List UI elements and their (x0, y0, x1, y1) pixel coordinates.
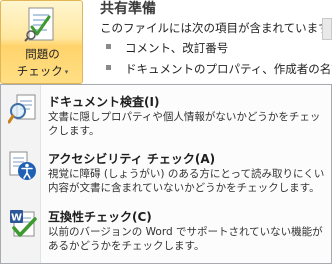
check-for-issues-label-line2: チェック ▾ (16, 64, 69, 78)
chevron-down-icon: ▾ (64, 68, 69, 76)
check-for-issues-menu: ドキュメント検査(I) 文書に隠しプロパティや個人情報がないかどうかをチェックし… (0, 84, 332, 264)
menu-item-title: ドキュメント検査(I) (48, 95, 160, 109)
menu-item-description: 視覚に障碍 (しょうがい) のある方にとって読み取りにくい内容が文書に含まれてい… (48, 168, 325, 194)
section-title: 共有準備 (100, 1, 156, 17)
word-compatibility-icon: W (10, 210, 37, 237)
menu-item-title: 互換性チェック(C) (48, 210, 152, 224)
inspect-document-icon (8, 94, 36, 124)
accessibility-icon (9, 151, 36, 180)
document-check-icon (24, 7, 54, 42)
menu-item-accessibility-check[interactable]: アクセシビリティ チェック(A) 視覚に障碍 (しょうがい) のある方にとって読… (2, 146, 330, 200)
menu-item-title: アクセシビリティ チェック(A) (48, 152, 216, 166)
scrollbar-thumb[interactable] (322, 18, 332, 40)
check-for-issues-label-line1: 問題の (25, 47, 60, 61)
bullet-item: コメント、改訂番号 (106, 40, 228, 56)
check-for-issues-button[interactable]: 問題の チェック ▾ (0, 0, 83, 84)
backstage-info-panel: 問題の チェック▾ 共有準備 このファイルには次の項目が含まれています。ファ コ… (0, 0, 332, 264)
bullet-icon (106, 44, 111, 49)
menu-item-compatibility-check[interactable]: W 互換性チェック(C) 以前のバージョンの Word でサポートされていない機… (2, 204, 330, 258)
menu-item-inspect-document[interactable]: ドキュメント検査(I) 文書に隠しプロパティや個人情報がないかどうかをチェックし… (2, 89, 330, 143)
svg-text:W: W (11, 213, 22, 224)
bullet-item: ドキュメントのプロパティ、作成者の名前 (106, 61, 332, 77)
menu-item-description: 以前のバージョンの Word でサポートされていない機能があるかどうかをチェック… (48, 226, 323, 252)
menu-item-description: 文書に隠しプロパティや個人情報がないかどうかをチェックします。 (48, 111, 321, 137)
section-description: このファイルには次の項目が含まれています。ファ (100, 21, 332, 35)
bullet-icon (106, 65, 111, 70)
